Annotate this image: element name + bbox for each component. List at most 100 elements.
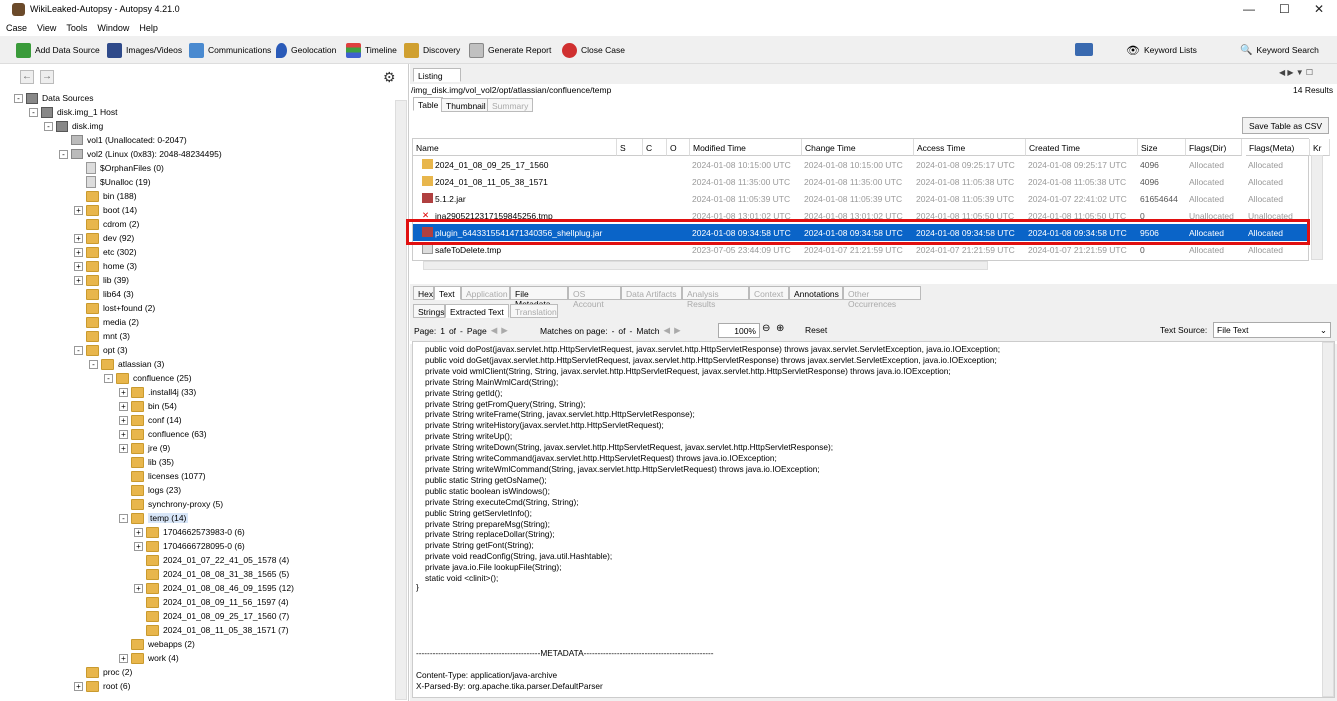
tree-node[interactable]: 2024_01_08_09_11_56_1597 (4) <box>134 595 289 609</box>
tree-node[interactable]: 2024_01_08_08_31_38_1565 (5) <box>134 567 289 581</box>
tab-text[interactable]: Text <box>434 286 461 300</box>
expand-toggle-icon[interactable]: + <box>119 401 128 411</box>
expand-toggle-icon[interactable]: - <box>104 373 113 383</box>
tab-data-artifacts[interactable]: Data Artifacts <box>621 286 682 300</box>
tab-file-metadata[interactable]: File Metadata <box>510 286 568 309</box>
tree-node[interactable]: proc (2) <box>74 665 132 679</box>
expand-toggle-icon[interactable]: + <box>119 387 128 397</box>
column-header[interactable]: Flags(Dir) <box>1186 139 1242 156</box>
expand-toggle-icon[interactable]: + <box>134 541 143 551</box>
tab-analysis-results[interactable]: Analysis Results <box>682 286 749 309</box>
table-row[interactable]: 2024_01_08_11_05_38_1571 2024-01-08 11:35… <box>413 173 1321 190</box>
expand-toggle-icon[interactable]: + <box>74 275 83 285</box>
tree-node[interactable]: +2024_01_08_08_46_09_1595 (12) <box>134 581 294 595</box>
expand-toggle-icon[interactable]: + <box>74 681 83 691</box>
match-prev-button[interactable]: ◀ <box>664 325 671 336</box>
expand-toggle-icon[interactable]: + <box>119 653 128 663</box>
tree-node[interactable]: - confluence (25) <box>104 371 192 385</box>
menu-tools[interactable]: Tools <box>60 20 91 33</box>
menu-window[interactable]: Window <box>91 20 133 33</box>
table-row[interactable]: ✕ jna2905212317159845256.tmp 2024-01-08 13… <box>413 207 1321 224</box>
expand-toggle-icon[interactable]: + <box>119 415 128 425</box>
images-videos-button[interactable]: Images/Videos <box>107 42 182 58</box>
generate-report-button[interactable]: Generate Report <box>469 42 551 58</box>
tree-node[interactable]: media (2) <box>74 315 139 329</box>
envelope-icon[interactable] <box>1075 43 1093 56</box>
expand-toggle-icon[interactable]: - <box>59 149 68 159</box>
maximize-button[interactable]: ☐ <box>1279 2 1290 16</box>
tree-node[interactable]: + .install4j (33) <box>119 385 196 399</box>
expand-toggle-icon[interactable]: - <box>119 513 128 523</box>
tab-table[interactable]: Table <box>413 97 444 111</box>
table-row[interactable]: 5.1.2.jar 2024-01-08 11:05:39 UTC 2024-01-… <box>413 190 1321 207</box>
expand-toggle-icon[interactable]: - <box>89 359 98 369</box>
tree-node[interactable]: + jre (9) <box>119 441 170 455</box>
back-button[interactable]: ← <box>20 70 34 84</box>
column-header[interactable]: Size <box>1138 139 1186 156</box>
tree-node[interactable]: webapps (2) <box>119 637 195 651</box>
tree-node[interactable]: + lib (39) <box>74 273 129 287</box>
forward-button[interactable]: → <box>40 70 54 84</box>
tree-node[interactable]: - disk.img_1 Host <box>29 105 117 119</box>
tree-node[interactable]: - disk.img <box>44 119 103 133</box>
match-next-button[interactable]: ▶ <box>674 325 681 336</box>
column-header[interactable]: Kr <box>1310 139 1330 156</box>
geolocation-button[interactable]: Geolocation <box>276 42 336 58</box>
menu-help[interactable]: Help <box>133 20 162 33</box>
subtab-strings[interactable]: Strings <box>413 304 445 318</box>
tree-node[interactable]: +1704666728095-0 (6) <box>134 539 245 553</box>
expand-toggle-icon[interactable]: + <box>74 247 83 257</box>
tab-os-account[interactable]: OS Account <box>568 286 621 309</box>
menu-case[interactable]: Case <box>0 20 31 33</box>
tree-node[interactable]: + conf (14) <box>119 413 182 427</box>
expand-toggle-icon[interactable]: - <box>44 121 53 131</box>
close-case-button[interactable]: Close Case <box>562 42 625 58</box>
gear-icon[interactable]: ⚙ <box>383 69 396 86</box>
column-header[interactable]: C <box>643 139 667 156</box>
add-data-source-button[interactable]: Add Data Source <box>16 42 100 58</box>
tree-node[interactable]: lib (35) <box>119 455 174 469</box>
tree-node[interactable]: + home (3) <box>74 259 137 273</box>
subtab-translation[interactable]: Translation <box>510 304 558 318</box>
page-next-button[interactable]: ▶ <box>501 325 508 336</box>
text-vscroll[interactable] <box>1322 342 1334 697</box>
tree-node[interactable]: + root (6) <box>74 679 130 693</box>
discovery-button[interactable]: Discovery <box>404 42 460 58</box>
extracted-text-area[interactable]: public void doPost(javax.servlet.http.Ht… <box>412 341 1335 698</box>
column-header[interactable]: Name <box>413 139 617 156</box>
tab-application[interactable]: Application <box>461 286 510 300</box>
tree-node[interactable]: $OrphanFiles (0) <box>74 161 164 175</box>
keyword-search-button[interactable]: 🔍 Keyword Search <box>1240 42 1319 58</box>
tab-summary[interactable]: Summary <box>487 98 534 112</box>
tree-node[interactable]: - vol2 (Linux (0x83): 2048-48234495) <box>59 147 222 161</box>
tab-annotations[interactable]: Annotations <box>789 286 843 300</box>
expand-toggle-icon[interactable]: + <box>74 205 83 215</box>
tree-node[interactable]: + dev (92) <box>74 231 134 245</box>
expand-toggle-icon[interactable]: - <box>74 345 83 355</box>
timeline-button[interactable]: Timeline <box>346 42 397 58</box>
nav-arrows[interactable]: ◀ ▶ ▼ ☐ <box>1279 68 1313 77</box>
tree-node[interactable]: - opt (3) <box>74 343 128 357</box>
column-header[interactable]: Modified Time <box>690 139 802 156</box>
tree-node[interactable]: mnt (3) <box>74 329 130 343</box>
zoom-out-icon[interactable]: ⊖ <box>762 323 770 334</box>
table-row[interactable]: safeToDelete.tmp 2023-07-05 23:44:09 UTC 2… <box>413 241 1321 258</box>
save-table-csv-button[interactable]: Save Table as CSV <box>1242 117 1330 134</box>
tree-node[interactable]: vol1 (Unallocated: 0-2047) <box>59 133 187 147</box>
tab-context[interactable]: Context <box>749 286 789 300</box>
tab-hex[interactable]: Hex <box>413 286 434 300</box>
expand-toggle-icon[interactable]: + <box>74 233 83 243</box>
tree-node[interactable]: + bin (54) <box>119 399 177 413</box>
tree-node[interactable]: logs (23) <box>119 483 181 497</box>
expand-toggle-icon[interactable]: - <box>14 93 23 103</box>
table-hscroll[interactable] <box>423 261 988 270</box>
expand-toggle-icon[interactable]: - <box>29 107 38 117</box>
tab-other-occurrences[interactable]: Other Occurrences <box>843 286 921 309</box>
tab-thumbnail[interactable]: Thumbnail <box>441 98 491 112</box>
close-button[interactable]: ✕ <box>1314 2 1324 16</box>
page-prev-button[interactable]: ◀ <box>491 325 498 336</box>
tree-scrollbar[interactable] <box>395 100 407 700</box>
tree-node[interactable]: - atlassian (3) <box>89 357 164 371</box>
tree-node[interactable]: 2024_01_08_11_05_38_1571 (7) <box>134 623 289 637</box>
table-row[interactable]: plugin_6443315541471340356_shellplug.jar… <box>413 224 1321 241</box>
